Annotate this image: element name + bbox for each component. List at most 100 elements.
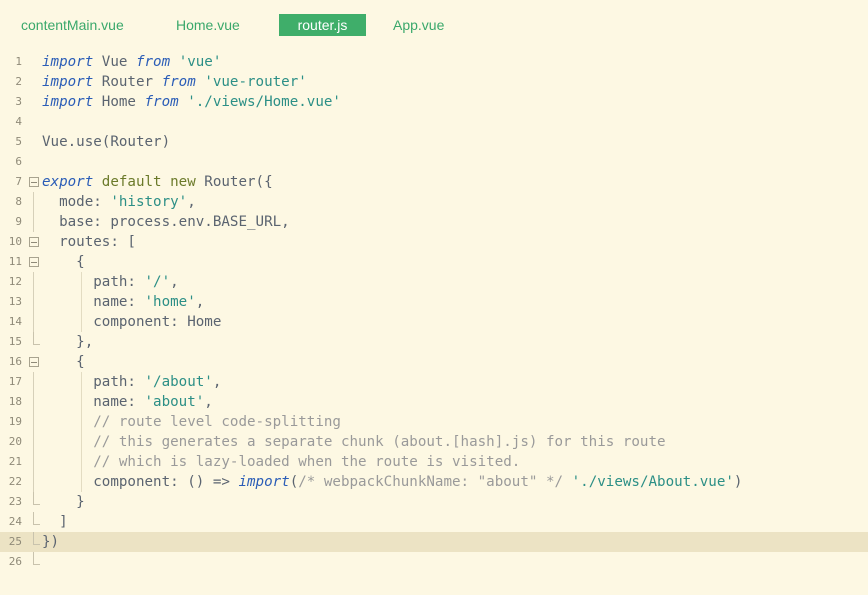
code-token: 'history' [110,194,188,210]
code-line[interactable]: 19 // route level code-splitting [0,412,868,432]
editor-tab-bar: contentMain.vue Home.vue router.js App.v… [0,0,868,38]
code-line[interactable]: 23 } [0,492,868,512]
code-token: '/' [144,274,171,290]
code-line[interactable]: 25}) [0,532,868,552]
fold-toggle-icon[interactable] [29,237,39,247]
line-number: 7 [15,175,22,188]
code-token: } [42,494,85,510]
code-line[interactable]: 14 component: Home [0,312,868,332]
code-token: 'home' [144,294,196,310]
code-text: // route level code-splitting [42,412,341,432]
code-token: { [42,354,85,370]
line-number: 1 [15,55,22,68]
code-line[interactable]: 10 routes: [ [0,232,868,252]
code-line[interactable]: 8 mode: 'history', [0,192,868,212]
code-line[interactable]: 13 name: 'home', [0,292,868,312]
code-token: export [42,174,94,190]
fold-toggle-icon[interactable] [29,257,39,267]
tab-router-js[interactable]: router.js [279,14,366,36]
line-number: 14 [8,315,22,328]
fold-end-marker [33,332,40,345]
code-token: import [238,474,290,490]
code-line[interactable]: 18 name: 'about', [0,392,868,412]
code-line[interactable]: 24 ] [0,512,868,532]
code-text: path: '/', [42,272,179,292]
code-line[interactable]: 16 { [0,352,868,372]
code-line[interactable]: 26 [0,552,868,572]
code-line[interactable]: 2 import Router from 'vue-router' [0,72,868,92]
code-text: mode: 'history', [42,192,196,212]
code-text: }, [42,332,93,352]
tab-app-vue[interactable]: App.vue [393,14,444,36]
line-number: 24 [8,515,22,528]
code-line[interactable]: 6 [0,152,868,172]
fold-toggle-icon[interactable] [29,357,39,367]
code-token: path: [42,274,145,290]
line-number: 22 [8,475,22,488]
code-token: , [195,294,205,310]
code-token: Router [93,74,162,90]
fold-end-marker [33,532,40,545]
code-text: component: Home [42,312,221,332]
code-token: default [101,174,162,190]
code-text: base: process.env.BASE_URL, [42,212,290,232]
code-text: name: 'home', [42,292,204,312]
code-token: }) [42,534,60,550]
code-text: name: 'about', [42,392,213,412]
tab-home-vue[interactable]: Home.vue [176,14,240,36]
code-line[interactable]: 12 path: '/', [0,272,868,292]
code-line[interactable]: 11 { [0,252,868,272]
code-line[interactable]: 15 }, [0,332,868,352]
code-line[interactable]: 1 import Vue from 'vue' [0,52,868,72]
line-number: 20 [8,435,22,448]
code-line[interactable]: 4 [0,112,868,132]
code-editor[interactable]: 1 import Vue from 'vue' 2 import Router fro… [0,52,868,572]
code-token: import [42,74,94,90]
line-number: 15 [8,335,22,348]
line-number: 18 [8,395,22,408]
line-number: 12 [8,275,22,288]
code-token: component: Home [42,314,222,330]
code-token: // this generates a separate chunk (abou… [42,434,666,450]
code-token: component: () => [42,474,239,490]
code-token: ( [289,474,299,490]
fold-line-marker [33,312,34,332]
line-number: 9 [15,215,22,228]
code-token: { [42,254,85,270]
line-number: 19 [8,415,22,428]
code-line[interactable]: 5 Vue.use(Router) [0,132,868,152]
code-token: '/about' [144,374,213,390]
code-line[interactable]: 21 // which is lazy-loaded when the rout… [0,452,868,472]
code-token: , [170,274,179,290]
code-token: from [144,94,179,110]
code-text: import Vue from 'vue' [42,52,221,72]
code-token: Vue [93,54,136,70]
code-token: mode: [42,194,111,210]
code-line[interactable]: 9 base: process.env.BASE_URL, [0,212,868,232]
code-line[interactable]: 20 // this generates a separate chunk (a… [0,432,868,452]
code-token: Home [93,94,145,110]
code-text: import Router from 'vue-router' [42,72,307,92]
code-token: import [42,94,94,110]
code-text: // this generates a separate chunk (abou… [42,432,666,452]
code-token: path: [42,374,145,390]
code-token: 'vue' [178,54,222,70]
code-line[interactable]: 22 component: () => import(/* webpackChu… [0,472,868,492]
code-text: import Home from './views/Home.vue' [42,92,341,112]
fold-line-marker [33,372,34,392]
code-token: , [187,194,196,210]
fold-end-marker [33,552,40,565]
code-token: base: process.env.BASE_URL, [42,214,290,230]
code-line[interactable]: 3 import Home from './views/Home.vue' [0,92,868,112]
code-line[interactable]: 17 path: '/about', [0,372,868,392]
line-number: 25 [8,535,22,548]
line-number: 8 [15,195,22,208]
line-number: 3 [15,95,22,108]
code-line[interactable]: 7 export default new Router({ [0,172,868,192]
tab-contentmain-vue[interactable]: contentMain.vue [21,14,124,36]
line-number: 23 [8,495,22,508]
fold-line-marker [33,272,34,292]
fold-toggle-icon[interactable] [29,177,39,187]
